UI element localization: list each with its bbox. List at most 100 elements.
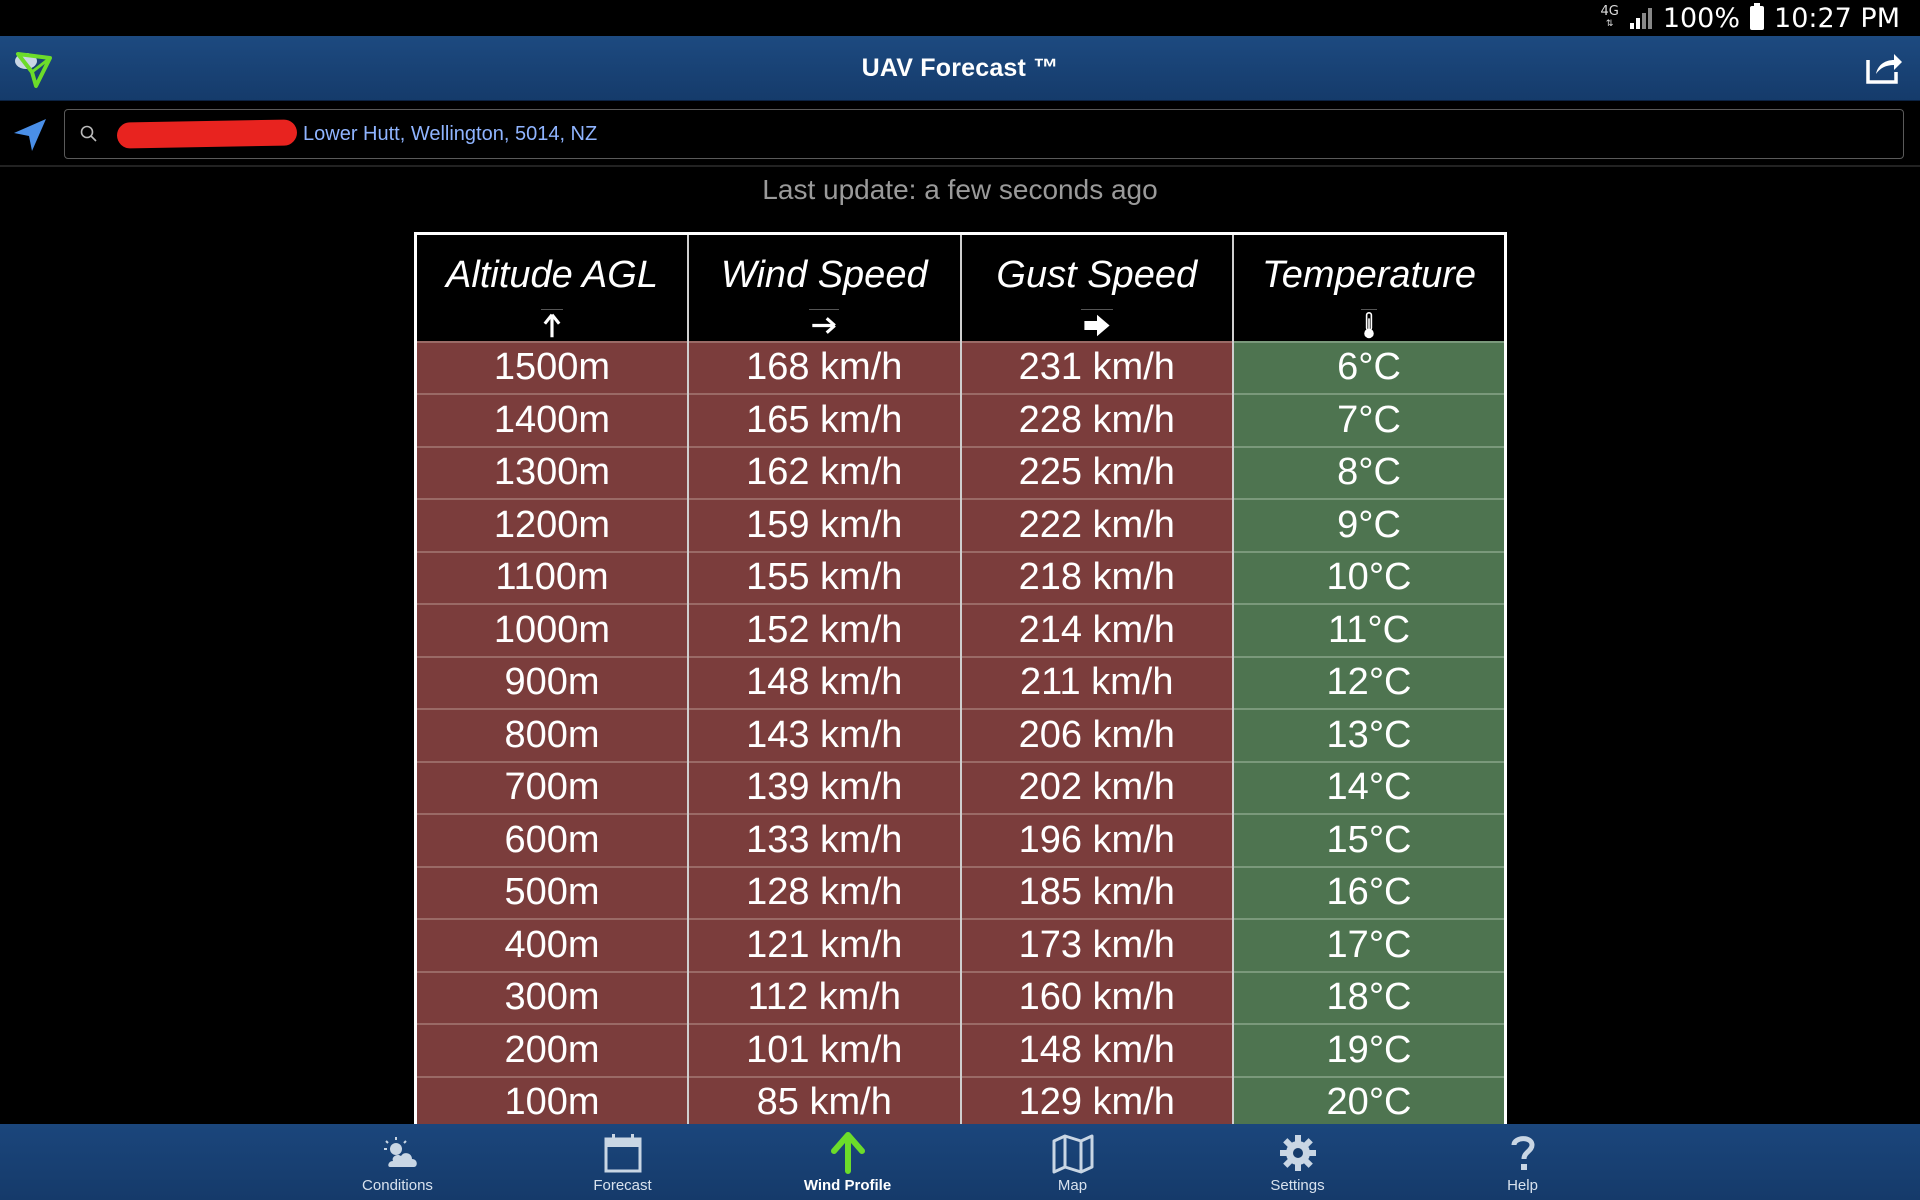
nav-map[interactable]: Map <box>960 1124 1185 1200</box>
last-update-text: Last update: a few seconds ago <box>762 174 1158 205</box>
gear-icon <box>1279 1135 1316 1171</box>
table-row: 500m 128 km/h 185 km/h 16°C <box>415 865 1506 919</box>
location-search-box[interactable] <box>64 109 1904 159</box>
altitude-cell: 700m <box>415 760 688 814</box>
table-row: 400m 121 km/h 173 km/h 17°C <box>415 918 1506 972</box>
status-bar: 4G ⇅ 100% 10:27 PM <box>0 0 1920 36</box>
gust-speed-cell: 202 km/h <box>959 760 1233 814</box>
gust-speed-cell: 206 km/h <box>959 708 1233 762</box>
table-row: 1100m 155 km/h 218 km/h 10°C <box>415 550 1506 604</box>
temperature-cell: 8°C <box>1232 445 1506 499</box>
altitude-cell: 900m <box>415 655 688 709</box>
location-arrow-icon[interactable] <box>12 117 48 153</box>
altitude-cell: 600m <box>415 813 688 867</box>
wind-speed-cell: 85 km/h <box>687 1075 961 1129</box>
table-row: 200m 101 km/h 148 km/h 19°C <box>415 1023 1506 1077</box>
thermometer-icon <box>1361 309 1377 339</box>
table-row: 600m 133 km/h 196 km/h 15°C <box>415 813 1506 867</box>
nav-label: Forecast <box>593 1177 652 1194</box>
app-title: UAV Forecast ™ <box>861 53 1059 82</box>
temperature-cell: 6°C <box>1232 340 1506 394</box>
altitude-cell: 1200m <box>415 498 688 552</box>
wind-profile-table: Altitude AGL Wind Speed Gust Speed Tempe… <box>414 232 1507 1131</box>
help-icon <box>1511 1136 1535 1170</box>
wind-speed-cell: 143 km/h <box>687 708 961 762</box>
nav-settings[interactable]: Settings <box>1185 1124 1410 1200</box>
table-header-row: Altitude AGL Wind Speed Gust Speed Tempe… <box>415 233 1506 342</box>
wind-speed-cell: 168 km/h <box>687 340 961 394</box>
network-type: 4G <box>1600 4 1619 19</box>
wind-speed-cell: 162 km/h <box>687 445 961 499</box>
arrow-right-icon <box>809 309 840 334</box>
altitude-cell: 1400m <box>415 393 688 447</box>
signal-icon <box>1629 8 1652 29</box>
bold-arrow-right-icon <box>1080 309 1113 337</box>
wind-speed-cell: 155 km/h <box>687 550 961 604</box>
arrow-up-icon <box>541 309 563 338</box>
gust-speed-cell: 196 km/h <box>959 813 1233 867</box>
nav-help[interactable]: Help <box>1410 1124 1635 1200</box>
column-header-temperature: Temperature <box>1232 233 1506 342</box>
altitude-cell: 1300m <box>415 445 688 499</box>
location-search-input[interactable] <box>303 122 1803 146</box>
altitude-cell: 500m <box>415 865 688 919</box>
gust-speed-cell: 228 km/h <box>959 393 1233 447</box>
bottom-navigation: Conditions Forecast Wind Profile Map Set… <box>0 1124 1920 1200</box>
nav-forecast[interactable]: Forecast <box>510 1124 735 1200</box>
temperature-cell: 10°C <box>1232 550 1506 604</box>
nav-label: Wind Profile <box>803 1177 892 1194</box>
temperature-cell: 14°C <box>1232 760 1506 814</box>
redacted-address-mark <box>116 119 298 149</box>
temperature-cell: 12°C <box>1232 655 1506 709</box>
app-logo-icon[interactable] <box>12 48 54 90</box>
altitude-cell: 300m <box>415 970 688 1024</box>
nav-label: Map <box>1057 1177 1088 1194</box>
battery-icon <box>1750 3 1765 30</box>
temperature-cell: 7°C <box>1232 393 1506 447</box>
table-row: 800m 143 km/h 206 km/h 13°C <box>415 708 1506 762</box>
gust-speed-cell: 148 km/h <box>959 1023 1233 1077</box>
partly-cloudy-icon <box>383 1137 417 1167</box>
nav-label: Conditions <box>362 1177 433 1194</box>
altitude-cell: 800m <box>415 708 688 762</box>
wind-speed-cell: 165 km/h <box>687 393 961 447</box>
altitude-cell: 1000m <box>415 603 688 657</box>
data-arrows-icon: ⇅ <box>1605 19 1614 29</box>
gust-speed-cell: 222 km/h <box>959 498 1233 552</box>
location-bar <box>0 101 1920 167</box>
nav-wind-profile[interactable]: Wind Profile <box>735 1124 960 1200</box>
table-row: 1200m 159 km/h 222 km/h 9°C <box>415 498 1506 552</box>
wind-speed-cell: 112 km/h <box>687 970 961 1024</box>
column-header-label: Wind Speed <box>720 254 928 296</box>
gust-speed-cell: 225 km/h <box>959 445 1233 499</box>
map-icon <box>1052 1134 1093 1174</box>
altitude-cell: 100m <box>415 1075 688 1129</box>
table-row: 300m 112 km/h 160 km/h 18°C <box>415 970 1506 1024</box>
column-header-label: Altitude AGL <box>446 254 658 296</box>
wind-speed-cell: 128 km/h <box>687 865 961 919</box>
temperature-cell: 9°C <box>1232 498 1506 552</box>
wind-speed-cell: 159 km/h <box>687 498 961 552</box>
gust-speed-cell: 160 km/h <box>959 970 1233 1024</box>
altitude-cell: 1500m <box>415 340 688 394</box>
wind-speed-cell: 139 km/h <box>687 760 961 814</box>
search-icon <box>80 125 97 142</box>
table-body: 1500m 168 km/h 231 km/h 6°C 1400m 165 km/h 228… <box>415 340 1506 1129</box>
wind-speed-cell: 152 km/h <box>687 603 961 657</box>
temperature-cell: 19°C <box>1232 1023 1506 1077</box>
gust-speed-cell: 173 km/h <box>959 918 1233 972</box>
share-icon[interactable] <box>1864 50 1904 86</box>
gust-speed-cell: 214 km/h <box>959 603 1233 657</box>
table-row: 1300m 162 km/h 225 km/h 8°C <box>415 445 1506 499</box>
altitude-cell: 1100m <box>415 550 688 604</box>
clock: 10:27 PM <box>1774 2 1900 34</box>
column-header-gust-speed: Gust Speed <box>959 233 1233 342</box>
app-bar: UAV Forecast ™ <box>0 36 1920 101</box>
wind-speed-cell: 133 km/h <box>687 813 961 867</box>
arrow-up-icon <box>830 1132 865 1174</box>
wind-speed-cell: 101 km/h <box>687 1023 961 1077</box>
gust-speed-cell: 129 km/h <box>959 1075 1233 1129</box>
temperature-cell: 11°C <box>1232 603 1506 657</box>
column-header-label: Gust Speed <box>996 254 1198 296</box>
nav-conditions[interactable]: Conditions <box>285 1124 510 1200</box>
